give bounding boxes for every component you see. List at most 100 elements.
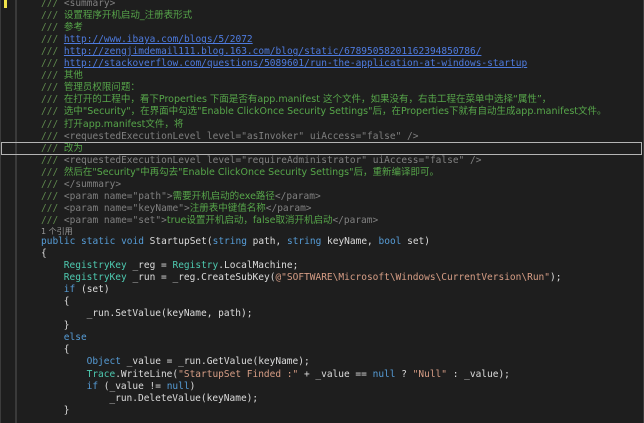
code-line[interactable]: {: [1, 248, 643, 260]
code-token: _value = _run.GetValue(keyName);: [126, 356, 310, 368]
code-line[interactable]: _run.DeleteValue(keyName);: [1, 393, 643, 405]
code-token: set): [407, 235, 430, 247]
code-token: null: [372, 368, 396, 380]
code-token: path,: [252, 235, 287, 247]
code-line[interactable]: }: [1, 405, 643, 417]
code-token: ///: [41, 94, 64, 106]
code-line[interactable]: _run.SetValue(keyName, path);: [1, 308, 643, 320]
code-token: "StartupSet Finded :": [178, 368, 299, 380]
code-token: ///: [41, 214, 64, 226]
code-token: ///: [41, 22, 64, 34]
code-token: ///: [41, 58, 64, 70]
code-token: 打开app.manifest文件，将: [63, 118, 184, 130]
doc-comment-line[interactable]: /// 打开app.manifest文件，将: [1, 119, 643, 131]
code-token: string: [212, 235, 253, 247]
doc-comment-line[interactable]: /// http://zengjimdemail111.blog.163.com…: [1, 46, 643, 58]
code-line[interactable]: else: [1, 332, 643, 344]
doc-comment-line[interactable]: /// 在打开的工程中，看下Properties 下面是否有app.manife…: [1, 94, 643, 106]
code-token: (set): [80, 284, 110, 296]
code-token: <param name="set">: [63, 214, 167, 226]
code-token: </param>: [265, 202, 312, 214]
code-editor[interactable]: /// <summary>/// 设置程序开机启动_注册表形式/// 参考///…: [0, 0, 644, 423]
code-token: Object: [86, 356, 127, 368]
code-token: : _value);: [446, 368, 510, 380]
code-token: 改为: [63, 142, 83, 154]
code-line[interactable]: public static void StartupSet(string pat…: [1, 236, 643, 248]
code-token: ///: [41, 154, 64, 166]
code-token: 设置程序开机启动_注册表形式: [63, 10, 193, 22]
code-token: if: [63, 284, 81, 296]
doc-comment-line[interactable]: /// <param name="set">true设置开机启动，false取消…: [1, 215, 643, 227]
code-token: @"SOFTWARE\Microsoft\Windows\CurrentVers…: [275, 272, 550, 284]
code-token: 然后在"Security"中再勾去"Enable ClickOnce Secur…: [63, 166, 439, 178]
code-token: true设置开机启动，false取消开机启动: [166, 214, 333, 226]
doc-comment-line[interactable]: /// http://www.ibaya.com/blogs/5/2072: [1, 34, 643, 46]
code-token: ///: [41, 202, 64, 214]
doc-link[interactable]: http://zengjimdemail111.blog.163.com/blo…: [64, 46, 482, 57]
code-token: ///: [41, 10, 64, 22]
code-line[interactable]: RegistryKey _reg = Registry.LocalMachine…: [1, 260, 643, 272]
code-token: ///: [41, 46, 64, 58]
code-token: ///: [41, 118, 64, 130]
doc-comment-line[interactable]: /// 设置程序开机启动_注册表形式: [1, 10, 643, 22]
code-token: ///: [41, 166, 64, 178]
code-line[interactable]: {: [1, 344, 643, 356]
doc-comment-line[interactable]: /// <param name="keyName">注册表中键值名称</para…: [1, 203, 643, 215]
doc-comment-line[interactable]: /// 管理员权限问题：: [1, 82, 643, 94]
doc-comment-line[interactable]: /// http://stackoverflow.com/questions/5…: [1, 58, 643, 70]
code-token: ?: [395, 368, 413, 380]
code-token: ///: [41, 82, 64, 94]
code-line[interactable]: Trace.WriteLine("StartupSet Finded :" + …: [1, 369, 643, 381]
code-token: Trace: [86, 368, 116, 380]
code-line[interactable]: }: [1, 320, 643, 332]
code-token: <param name="keyName">: [63, 202, 190, 214]
doc-comment-line[interactable]: /// 参考: [1, 22, 643, 34]
code-line[interactable]: {: [1, 296, 643, 308]
doc-comment-line[interactable]: /// 然后在"Security"中再勾去"Enable ClickOnce S…: [1, 167, 643, 179]
code-token: }: [63, 320, 70, 332]
code-token: ): [189, 380, 196, 392]
code-token: _run.SetValue(keyName, path);: [86, 308, 253, 320]
doc-comment-line[interactable]: /// <requestedExecutionLevel level="requ…: [1, 155, 643, 167]
code-token: .LocalMachine;: [218, 260, 299, 272]
code-token: {: [63, 296, 70, 308]
code-token: {: [63, 344, 70, 356]
doc-comment-line[interactable]: /// <param name="path">需要开机启动的exe路径</par…: [1, 191, 643, 203]
doc-link[interactable]: http://stackoverflow.com/questions/50896…: [64, 58, 527, 69]
code-token: ///: [41, 34, 64, 46]
code-line[interactable]: Object _value = _run.GetValue(keyName);: [1, 356, 643, 368]
code-line[interactable]: if (set): [1, 284, 643, 296]
code-token: Registry: [172, 260, 219, 272]
code-token: <summary>: [63, 0, 116, 9]
doc-link[interactable]: http://www.ibaya.com/blogs/5/2072: [64, 34, 253, 45]
code-token: _reg =: [132, 260, 173, 272]
code-token: <requestedExecutionLevel level="requireA…: [63, 154, 482, 166]
doc-comment-line[interactable]: /// 其他: [1, 70, 643, 82]
code-token: }: [63, 404, 70, 416]
code-token: _run.DeleteValue(keyName);: [109, 392, 259, 404]
code-token: </param>: [274, 190, 321, 202]
codelens-reference-count[interactable]: 1 个引用: [1, 227, 643, 236]
code-token: 参考: [63, 22, 83, 34]
code-token: + _value ==: [298, 368, 373, 380]
code-token: {: [41, 248, 47, 259]
code-token: RegistryKey: [63, 260, 133, 272]
code-token: _run = _reg.CreateSubKey(: [132, 272, 276, 284]
doc-comment-line[interactable]: /// </summary>: [1, 179, 643, 191]
code-token: keyName,: [327, 235, 379, 247]
code-token: string: [286, 235, 328, 247]
codelens-label[interactable]: 1 个引用: [41, 227, 73, 236]
doc-comment-line[interactable]: /// 改为: [1, 143, 643, 155]
code-token: StartupSet(: [149, 235, 213, 247]
code-line[interactable]: if (_value != null): [1, 381, 643, 393]
code-line[interactable]: RegistryKey _run = _reg.CreateSubKey(@"S…: [1, 272, 643, 284]
code-token: <param name="path">: [63, 190, 173, 202]
code-token: "Null": [412, 368, 447, 380]
code-token: bool: [378, 235, 408, 247]
code-token: null: [166, 380, 190, 392]
doc-comment-line[interactable]: /// <summary>: [1, 0, 643, 10]
code-token: 注册表中键值名称: [189, 202, 266, 214]
code-token: RegistryKey: [63, 272, 133, 284]
code-token: 需要开机启动的exe路径: [172, 190, 275, 202]
doc-comment-line[interactable]: /// 选中"Security"，在界面中勾选"Enable ClickOnce…: [1, 106, 643, 118]
